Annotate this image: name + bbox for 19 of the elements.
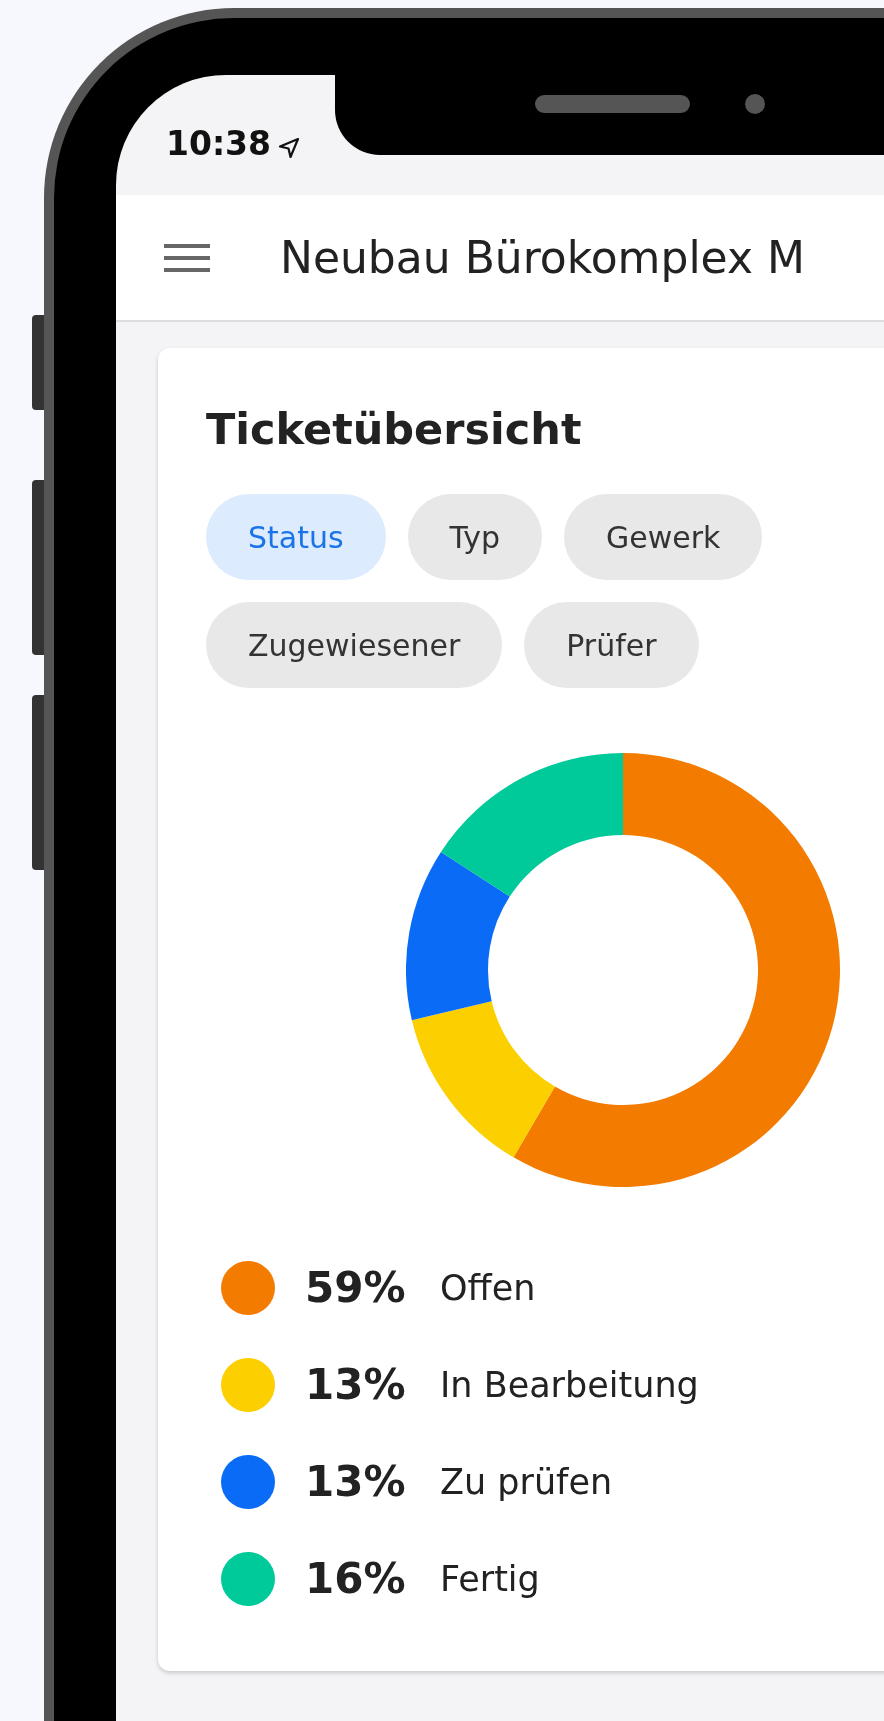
menu-icon[interactable] xyxy=(164,241,210,274)
status-time: 10:38 xyxy=(166,127,272,160)
app-title: Neubau Bürokomplex M xyxy=(280,232,805,283)
legend-label: Offen xyxy=(440,1267,536,1308)
legend-percent: 13% xyxy=(305,1457,407,1506)
filter-chip[interactable]: Zugewiesener xyxy=(206,602,503,688)
legend-percent: 13% xyxy=(305,1360,407,1409)
legend-label: Fertig xyxy=(440,1558,540,1599)
camera-dot xyxy=(745,94,765,114)
legend-label: Zu prüfen xyxy=(440,1461,613,1502)
filter-chip[interactable]: Gewerk xyxy=(564,494,763,580)
legend-percent: 59% xyxy=(305,1263,407,1312)
location-arrow-icon xyxy=(277,136,302,160)
card-title: Ticketübersicht xyxy=(206,404,583,454)
filter-chip[interactable]: Typ xyxy=(407,494,543,580)
legend-percent: 16% xyxy=(305,1554,407,1603)
filter-chip[interactable]: Prüfer xyxy=(524,602,699,688)
legend-label: In Bearbeitung xyxy=(440,1364,699,1405)
filter-chip[interactable]: Status xyxy=(206,494,386,580)
